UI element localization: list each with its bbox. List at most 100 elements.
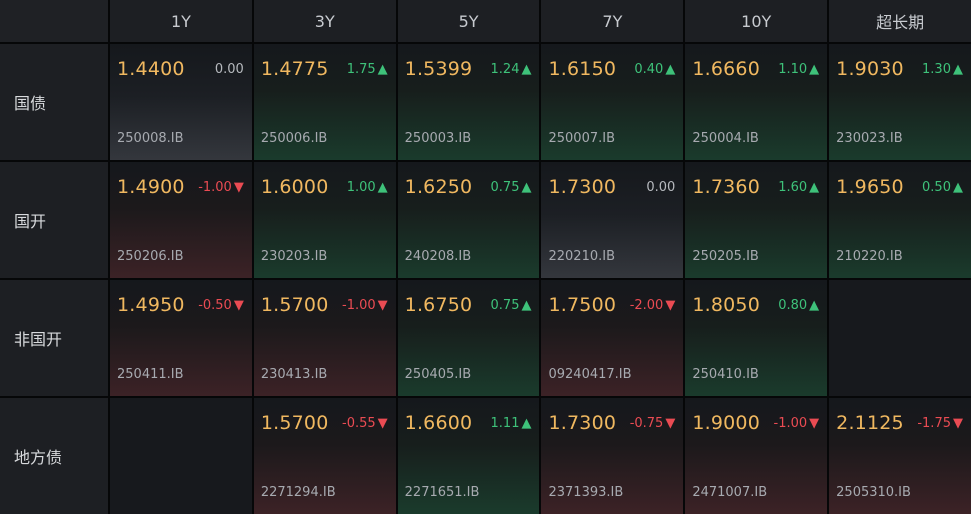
arrow-down-icon: ▼ xyxy=(665,416,676,431)
arrow-up-icon: ▲ xyxy=(665,62,676,77)
column-header-1[interactable]: 3Y xyxy=(253,0,396,42)
arrow-down-icon: ▼ xyxy=(809,416,820,431)
change-number: 1.60 xyxy=(778,180,808,195)
quote-cell[interactable]: 1.6000 1.00 ▲ 230203.IB xyxy=(253,162,396,278)
yield-value: 1.4950 xyxy=(117,294,185,316)
quote-cell[interactable]: 1.5700 -0.55 ▼ 2271294.IB xyxy=(253,398,396,514)
arrow-up-icon: ▲ xyxy=(521,416,532,431)
quote-cell[interactable]: 1.7500 -2.00 ▼ 09240417.IB xyxy=(541,280,684,396)
row-header-0[interactable]: 国债 xyxy=(0,44,108,160)
change-value: 1.60 ▲ xyxy=(778,180,819,195)
quote-cell[interactable]: 1.7300 -0.75 ▼ 2371393.IB xyxy=(541,398,684,514)
arrow-down-icon: ▼ xyxy=(665,298,676,313)
change-value: -1.00 ▼ xyxy=(774,416,820,431)
change-number: -0.55 xyxy=(342,416,376,431)
change-number: 0.00 xyxy=(214,62,244,77)
change-value: 0.00 xyxy=(215,62,244,77)
yield-value: 1.6250 xyxy=(404,176,473,198)
change-value: 1.75 ▲ xyxy=(347,62,388,77)
column-header-5[interactable]: 超长期 xyxy=(829,0,971,42)
arrow-down-icon: ▼ xyxy=(952,416,963,431)
change-value: 1.10 ▲ xyxy=(778,62,819,77)
change-value: 0.75 ▲ xyxy=(491,180,532,195)
change-number: -1.75 xyxy=(917,416,951,431)
change-number: 0.40 xyxy=(634,62,664,77)
change-number: 0.50 xyxy=(922,180,951,195)
bond-code: 250004.IB xyxy=(692,131,759,146)
change-number: -1.00 xyxy=(773,416,808,431)
yield-value: 1.9030 xyxy=(836,58,904,80)
change-number: 0.00 xyxy=(646,180,676,195)
yield-value: 1.5700 xyxy=(260,412,329,434)
quote-cell[interactable]: 1.4775 1.75 ▲ 250006.IB xyxy=(253,44,396,160)
change-number: -2.00 xyxy=(629,298,664,313)
yield-value: 1.9000 xyxy=(692,412,761,434)
yield-value: 1.5399 xyxy=(404,58,473,80)
arrow-up-icon: ▲ xyxy=(952,180,963,195)
bond-code: 210220.IB xyxy=(836,249,903,264)
change-value: 0.40 ▲ xyxy=(634,62,675,77)
quote-cell[interactable]: 2.1125 -1.75 ▼ 2505310.IB xyxy=(829,398,971,514)
quote-cell[interactable]: 1.4900 -1.00 ▼ 250206.IB xyxy=(110,162,252,278)
bond-code: 09240417.IB xyxy=(548,367,632,382)
quote-cell[interactable]: 1.9000 -1.00 ▼ 2471007.IB xyxy=(685,398,828,514)
quote-cell[interactable]: 1.5700 -1.00 ▼ 230413.IB xyxy=(253,280,396,396)
change-number: -1.00 xyxy=(198,180,232,195)
arrow-up-icon: ▲ xyxy=(377,180,388,195)
change-number: 1.24 xyxy=(490,62,520,77)
change-value: -0.75 ▼ xyxy=(630,416,676,431)
quote-cell[interactable]: 1.6600 1.11 ▲ 2271651.IB xyxy=(397,398,540,514)
quote-cell[interactable]: 1.6150 0.40 ▲ 250007.IB xyxy=(541,44,684,160)
bond-code: 250205.IB xyxy=(692,249,759,264)
bond-code: 250007.IB xyxy=(548,131,615,146)
quote-cell[interactable]: 1.5399 1.24 ▲ 250003.IB xyxy=(397,44,540,160)
column-header-2[interactable]: 5Y xyxy=(397,0,540,42)
change-value: -1.75 ▼ xyxy=(917,416,963,431)
bond-code: 2505310.IB xyxy=(836,485,911,500)
yield-value: 1.6150 xyxy=(548,58,617,80)
quote-cell[interactable]: 1.6250 0.75 ▲ 240208.IB xyxy=(397,162,540,278)
yield-value: 1.9650 xyxy=(836,176,904,198)
change-value: -1.00 ▼ xyxy=(198,180,244,195)
bond-code: 2271294.IB xyxy=(260,485,336,500)
bond-code: 250411.IB xyxy=(117,367,184,382)
column-header-3[interactable]: 7Y xyxy=(541,0,684,42)
quote-cell[interactable]: 1.7360 1.60 ▲ 250205.IB xyxy=(685,162,828,278)
change-value: -1.00 ▼ xyxy=(342,298,388,313)
change-value: -2.00 ▼ xyxy=(630,298,676,313)
quote-cell[interactable]: 1.9650 0.50 ▲ 210220.IB xyxy=(829,162,971,278)
bond-code: 2271651.IB xyxy=(404,485,480,500)
column-header-4[interactable]: 10Y xyxy=(685,0,828,42)
change-number: 1.10 xyxy=(778,62,808,77)
arrow-up-icon: ▲ xyxy=(521,180,532,195)
empty-cell xyxy=(110,398,252,514)
bond-code: 2471007.IB xyxy=(692,485,768,500)
change-number: -0.50 xyxy=(198,298,232,313)
change-value: 0.00 xyxy=(646,180,675,195)
column-header-0[interactable]: 1Y xyxy=(110,0,252,42)
row-header-2[interactable]: 非国开 xyxy=(0,280,108,396)
quote-cell[interactable]: 1.6750 0.75 ▲ 250405.IB xyxy=(397,280,540,396)
arrow-down-icon: ▼ xyxy=(233,180,244,195)
arrow-down-icon: ▼ xyxy=(233,298,244,313)
row-header-1[interactable]: 国开 xyxy=(0,162,108,278)
quote-cell[interactable]: 1.8050 0.80 ▲ 250410.IB xyxy=(685,280,828,396)
yield-value: 1.8050 xyxy=(692,294,761,316)
quote-cell[interactable]: 1.4400 0.00 250008.IB xyxy=(110,44,252,160)
yield-value: 1.4400 xyxy=(117,58,185,80)
quote-cell[interactable]: 1.4950 -0.50 ▼ 250411.IB xyxy=(110,280,252,396)
bond-code: 250206.IB xyxy=(117,249,184,264)
arrow-up-icon: ▲ xyxy=(809,180,820,195)
change-number: 1.00 xyxy=(346,180,376,195)
change-value: 0.50 ▲ xyxy=(922,180,963,195)
quote-cell[interactable]: 1.7300 0.00 220210.IB xyxy=(541,162,684,278)
change-value: 1.24 ▲ xyxy=(491,62,532,77)
arrow-up-icon: ▲ xyxy=(377,62,388,77)
bond-code: 250003.IB xyxy=(404,131,472,146)
quote-cell[interactable]: 1.9030 1.30 ▲ 230023.IB xyxy=(829,44,971,160)
bond-code: 230023.IB xyxy=(836,131,903,146)
quote-cell[interactable]: 1.6660 1.10 ▲ 250004.IB xyxy=(685,44,828,160)
arrow-down-icon: ▼ xyxy=(377,298,388,313)
row-header-3[interactable]: 地方债 xyxy=(0,398,108,514)
empty-cell xyxy=(829,280,971,396)
